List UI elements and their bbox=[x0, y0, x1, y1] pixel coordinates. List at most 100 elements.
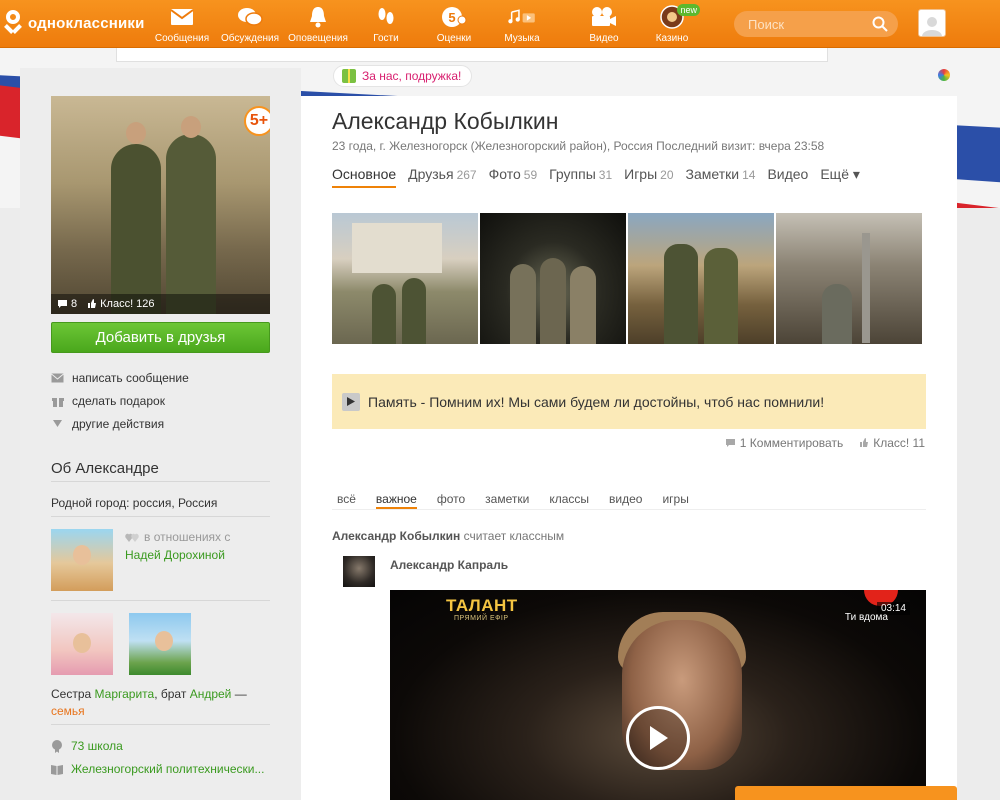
tab-photos[interactable]: Фото 59 bbox=[489, 166, 538, 188]
feed-tab-important[interactable]: важное bbox=[375, 484, 417, 509]
college-item[interactable]: Железногорский политехнически... bbox=[51, 762, 291, 776]
add-friend-button[interactable]: Добавить в друзья bbox=[51, 322, 270, 353]
feed-activity-line: Александр Кобылкин считает классным bbox=[332, 529, 565, 543]
color-wheel-icon[interactable] bbox=[938, 69, 950, 81]
photo-likes[interactable]: Класс! 126 bbox=[87, 298, 155, 310]
video-show-subtitle: ПРЯМИЙ ЕФІР bbox=[454, 615, 509, 622]
tab-notes[interactable]: Заметки 14 bbox=[686, 166, 756, 188]
profile-meta: 23 года, г. Железногорск (Железногорский… bbox=[332, 139, 825, 153]
feed-tab-likes[interactable]: классы bbox=[549, 484, 589, 509]
partner-photo[interactable] bbox=[51, 529, 113, 591]
left-sidebar: 5+ 8 Класс! 126 Добавить в друзья написа… bbox=[20, 68, 301, 800]
other-actions[interactable]: другие действия bbox=[51, 412, 270, 435]
brother-link[interactable]: Андрей bbox=[190, 687, 232, 701]
photo-thumb[interactable] bbox=[332, 213, 478, 344]
rating-badge[interactable]: 5+ bbox=[244, 106, 270, 136]
divider bbox=[51, 600, 270, 601]
brother-photo[interactable] bbox=[129, 613, 191, 675]
feed-tab-video[interactable]: видео bbox=[609, 484, 642, 509]
profile-actions: написать сообщение сделать подарок други… bbox=[51, 366, 270, 435]
relationship-status: в отношениях с bbox=[125, 530, 230, 544]
family-link[interactable]: семья bbox=[51, 704, 85, 718]
school-pin-icon bbox=[52, 739, 62, 753]
ok-logo-icon bbox=[4, 10, 22, 36]
main-nav: Сообщения Обсуждения Оповещения Гости 5 … bbox=[148, 0, 706, 48]
nav-messages[interactable]: Сообщения bbox=[148, 0, 216, 48]
divider bbox=[51, 516, 270, 517]
promo-banner[interactable]: За нас, подружка! bbox=[333, 65, 473, 87]
photo-stats: 8 Класс! 126 bbox=[51, 294, 270, 314]
user-avatar[interactable] bbox=[918, 9, 946, 37]
chat-bubbles-icon bbox=[236, 3, 264, 31]
play-icon[interactable] bbox=[342, 392, 360, 411]
tab-groups[interactable]: Группы 31 bbox=[549, 166, 612, 188]
photo-thumb[interactable] bbox=[628, 213, 774, 344]
like-button[interactable]: Класс! 11 bbox=[859, 436, 925, 450]
author-name[interactable]: Александр Капраль bbox=[390, 558, 508, 572]
triangle-down-icon bbox=[51, 417, 64, 430]
envelope-icon bbox=[51, 371, 64, 384]
user-silhouette-icon bbox=[922, 17, 942, 36]
bell-icon bbox=[304, 3, 332, 31]
profile-photo[interactable]: 5+ 8 Класс! 126 bbox=[51, 96, 270, 314]
feed-tab-notes[interactable]: заметки bbox=[485, 484, 529, 509]
video-player[interactable]: ТАЛАНТ ПРЯМИЙ ЕФІР 03:14 Ти вдома bbox=[390, 590, 926, 800]
send-message-action[interactable]: написать сообщение bbox=[51, 366, 270, 389]
photo-strip bbox=[332, 213, 922, 344]
divider bbox=[51, 724, 270, 725]
about-heading: Об Александре bbox=[51, 460, 159, 477]
author-avatar[interactable] bbox=[343, 556, 375, 587]
top-navigation-bar: одноклассники Сообщения Обсуждения Опове… bbox=[0, 0, 1000, 48]
music-note-icon bbox=[508, 3, 536, 31]
tab-more[interactable]: Ещё ▾ bbox=[820, 166, 860, 188]
svg-text:5: 5 bbox=[448, 10, 455, 25]
feed-tab-all[interactable]: всё bbox=[337, 484, 356, 509]
memory-text: Память - Помним их! Мы сами будем ли дос… bbox=[368, 393, 825, 410]
profile-tabs: Основное Друзья 267 Фото 59 Группы 31 Игры 2… bbox=[332, 166, 860, 188]
nav-guests[interactable]: Гости bbox=[352, 0, 420, 48]
video-camera-icon bbox=[590, 3, 618, 31]
nav-music[interactable]: Музыка bbox=[488, 0, 556, 48]
site-name: одноклассники bbox=[28, 14, 145, 32]
comment-icon bbox=[58, 300, 67, 308]
feed-tab-photo[interactable]: фото bbox=[437, 484, 465, 509]
school-item[interactable]: 73 школа bbox=[51, 739, 291, 753]
profile-name: Александр Кобылкин bbox=[332, 108, 559, 134]
site-logo[interactable]: одноклассники bbox=[4, 10, 145, 36]
banner-strip bbox=[116, 48, 828, 62]
family-line: Сестра Маргарита, брат Андрей — семья bbox=[51, 687, 247, 718]
play-button[interactable] bbox=[626, 706, 690, 770]
thumbs-up-icon bbox=[88, 299, 97, 308]
sister-link[interactable]: Маргарита bbox=[95, 687, 155, 701]
promo-label: За нас, подружка! bbox=[362, 69, 462, 83]
gift-icon bbox=[342, 69, 356, 83]
nav-casino[interactable]: Казино new bbox=[638, 0, 706, 48]
footprints-icon bbox=[372, 3, 400, 31]
give-gift-action[interactable]: сделать подарок bbox=[51, 389, 270, 412]
tab-main[interactable]: Основное bbox=[332, 166, 397, 188]
main-content: Александр Кобылкин 23 года, г. Железного… bbox=[301, 96, 957, 800]
photo-thumb[interactable] bbox=[776, 213, 922, 344]
tab-friends[interactable]: Друзья 267 bbox=[408, 166, 476, 188]
thumbs-up-icon bbox=[860, 438, 869, 447]
rating-5-icon: 5 bbox=[440, 3, 468, 31]
tab-games[interactable]: Игры 20 bbox=[624, 166, 673, 188]
memory-post[interactable]: Память - Помним их! Мы сами будем ли дос… bbox=[332, 374, 926, 429]
sister-photo[interactable] bbox=[51, 613, 113, 675]
nav-ratings[interactable]: 5 Оценки bbox=[420, 0, 488, 48]
photo-comments[interactable]: 8 bbox=[57, 298, 77, 310]
nav-notifications[interactable]: Оповещения bbox=[284, 0, 352, 48]
comment-button[interactable]: 1 Комментировать bbox=[725, 436, 843, 450]
tab-video[interactable]: Видео bbox=[767, 166, 808, 188]
search-icon[interactable] bbox=[872, 16, 888, 32]
nav-discussions[interactable]: Обсуждения bbox=[216, 0, 284, 48]
gift-icon bbox=[51, 394, 64, 407]
notification-toast[interactable] bbox=[735, 786, 957, 800]
partner-link[interactable]: Надей Дорохиной bbox=[125, 548, 225, 562]
nav-video[interactable]: Видео bbox=[570, 0, 638, 48]
feed-tabs: всё важное фото заметки классы видео игр… bbox=[332, 484, 926, 510]
feed-actor-link[interactable]: Александр Кобылкин bbox=[332, 529, 460, 543]
hearts-icon bbox=[125, 533, 139, 542]
photo-thumb[interactable] bbox=[480, 213, 626, 344]
feed-tab-games[interactable]: игры bbox=[662, 484, 688, 509]
